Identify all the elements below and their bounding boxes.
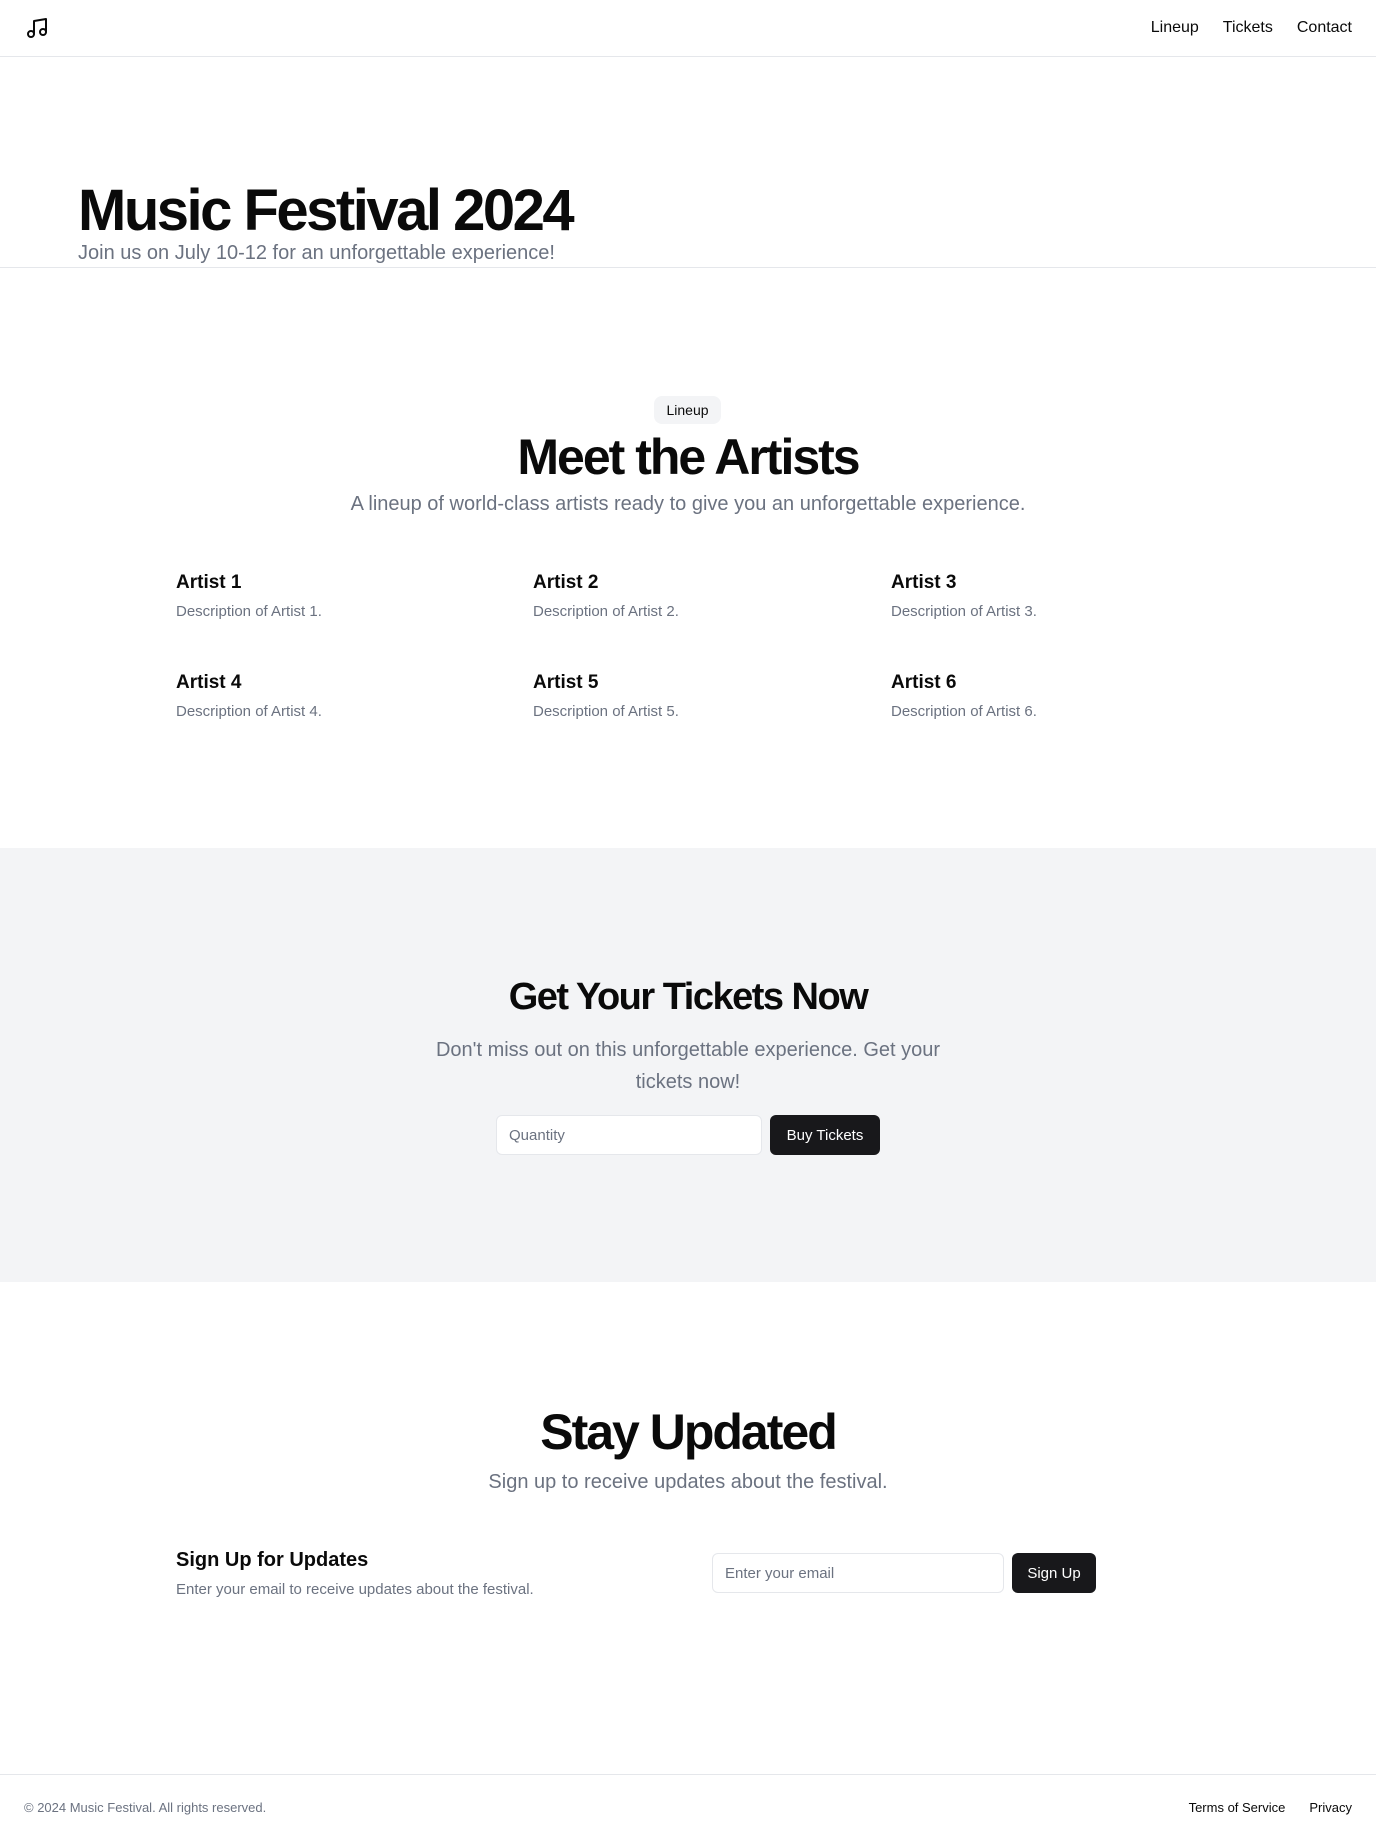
email-input[interactable] <box>712 1553 1004 1593</box>
artist-name: Artist 1 <box>176 572 242 593</box>
artist-card-5: Artist 5 Description of Artist 5. <box>533 671 853 722</box>
artist-description: Description of Artist 4. <box>176 703 322 720</box>
footer-link-terms[interactable]: Terms of Service <box>1189 1800 1286 1815</box>
artist-description: Description of Artist 1. <box>176 603 322 620</box>
artist-name: Artist 4 <box>176 672 242 693</box>
artist-card-4: Artist 4 Description of Artist 4. <box>176 671 496 722</box>
artist-name: Artist 6 <box>891 672 957 693</box>
sign-up-button[interactable]: Sign Up <box>1012 1553 1096 1593</box>
updates-subtitle: Sign up to receive updates about the fes… <box>488 1471 888 1493</box>
nav-link-tickets[interactable]: Tickets <box>1223 19 1273 37</box>
copyright-text: © 2024 Music Festival. All rights reserv… <box>24 1800 267 1815</box>
main-nav: Lineup Tickets Contact <box>1151 19 1352 37</box>
page: Lineup Tickets Contact Music Festival 20… <box>0 0 1376 1840</box>
artist-description: Description of Artist 2. <box>533 603 679 620</box>
artist-name: Artist 2 <box>533 572 599 593</box>
artist-description: Description of Artist 3. <box>891 603 1037 620</box>
tickets-section: Get Your Tickets Now Don't miss out on t… <box>0 848 1376 1282</box>
site-footer: © 2024 Music Festival. All rights reserv… <box>0 1774 1376 1840</box>
artist-name: Artist 3 <box>891 572 957 593</box>
hero-section: Music Festival 2024 Join us on July 10-1… <box>0 57 1376 268</box>
artist-card-6: Artist 6 Description of Artist 6. <box>891 671 1211 722</box>
lineup-title: Meet the Artists <box>517 429 860 485</box>
lineup-subtitle: A lineup of world-class artists ready to… <box>350 493 1026 515</box>
signup-title: Sign Up for Updates <box>176 1549 369 1571</box>
footer-link-privacy[interactable]: Privacy <box>1309 1800 1352 1815</box>
tickets-subtitle: Don't miss out on this unforgettable exp… <box>435 1039 941 1093</box>
artist-card-2: Artist 2 Description of Artist 2. <box>533 571 853 622</box>
music-note-icon <box>27 18 47 38</box>
updates-section: Stay Updated Sign up to receive updates … <box>0 1282 1376 1774</box>
buy-tickets-button[interactable]: Buy Tickets <box>770 1115 880 1155</box>
signup-description: Enter your email to receive updates abou… <box>176 1581 534 1598</box>
site-header: Lineup Tickets Contact <box>0 0 1376 57</box>
artist-card-3: Artist 3 Description of Artist 3. <box>891 571 1211 622</box>
updates-title: Stay Updated <box>540 1404 838 1460</box>
lineup-badge: Lineup <box>654 396 721 424</box>
lineup-section: Lineup Meet the Artists A lineup of worl… <box>0 268 1376 848</box>
artist-description: Description of Artist 6. <box>891 703 1037 720</box>
nav-link-lineup[interactable]: Lineup <box>1151 19 1199 37</box>
footer-links: Terms of Service Privacy <box>1189 1800 1352 1815</box>
artist-name: Artist 5 <box>533 672 599 693</box>
home-logo-link[interactable] <box>24 15 50 41</box>
artist-card-1: Artist 1 Description of Artist 1. <box>176 571 496 622</box>
nav-link-contact[interactable]: Contact <box>1297 19 1352 37</box>
hero-subtitle: Join us on July 10-12 for an unforgettab… <box>78 242 555 264</box>
hero-title: Music Festival 2024 <box>78 178 575 243</box>
quantity-input[interactable] <box>496 1115 762 1155</box>
tickets-title: Get Your Tickets Now <box>508 976 869 1018</box>
artist-description: Description of Artist 5. <box>533 703 679 720</box>
